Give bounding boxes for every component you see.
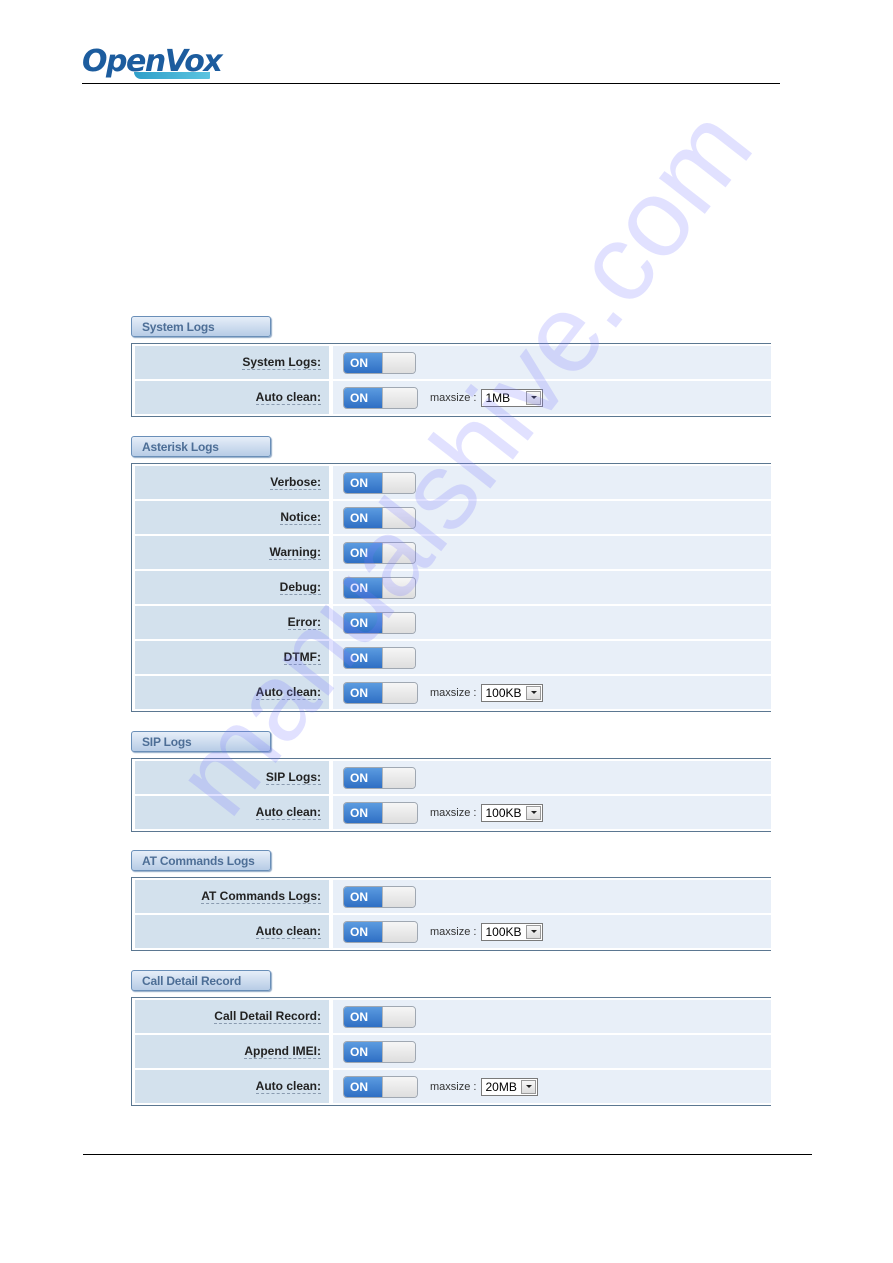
maxsize-label: maxsize : bbox=[430, 1080, 477, 1093]
header-divider bbox=[82, 83, 780, 84]
section-call-detail-record: Call Detail Record Call Detail Record: O… bbox=[131, 970, 771, 1106]
setting-label: Auto clean: bbox=[255, 924, 321, 939]
settings-table: Call Detail Record: ON Append IMEI: ON A… bbox=[131, 997, 771, 1106]
settings-table: SIP Logs: ON Auto clean: ON maxsize : 10… bbox=[131, 758, 771, 832]
append-imei-toggle[interactable]: ON bbox=[343, 1040, 416, 1063]
debug-toggle[interactable]: ON bbox=[343, 576, 416, 599]
setting-row: Auto clean: ON maxsize : 100KB bbox=[135, 796, 771, 829]
openvox-logo: OpenVox bbox=[82, 42, 223, 82]
setting-label: Auto clean: bbox=[255, 805, 321, 820]
dtmf-toggle[interactable]: ON bbox=[343, 646, 416, 669]
auto-clean-toggle[interactable]: ON bbox=[343, 801, 418, 824]
setting-row: AT Commands Logs: ON bbox=[135, 880, 771, 913]
auto-clean-toggle[interactable]: ON bbox=[343, 1075, 418, 1098]
setting-row: Call Detail Record: ON bbox=[135, 1000, 771, 1033]
section-sip-logs: SIP Logs SIP Logs: ON Auto clean: ON max… bbox=[131, 731, 771, 832]
chevron-down-icon[interactable] bbox=[526, 390, 542, 405]
auto-clean-toggle[interactable]: ON bbox=[343, 920, 418, 943]
chevron-down-icon[interactable] bbox=[526, 805, 542, 820]
setting-row: Warning: ON bbox=[135, 536, 771, 569]
chevron-down-icon[interactable] bbox=[521, 1079, 537, 1094]
auto-clean-toggle[interactable]: ON bbox=[343, 681, 418, 704]
settings-table: System Logs: ON Auto clean: ON maxsize :… bbox=[131, 343, 771, 417]
setting-row: Verbose: ON bbox=[135, 466, 771, 499]
logo-swoosh bbox=[134, 72, 210, 79]
maxsize-select[interactable]: 100KB bbox=[481, 683, 544, 702]
setting-row: DTMF: ON bbox=[135, 641, 771, 674]
setting-label: Verbose: bbox=[270, 475, 321, 490]
setting-row: Auto clean: ON maxsize : 100KB bbox=[135, 915, 771, 948]
maxsize-select[interactable]: 100KB bbox=[481, 922, 544, 941]
setting-row: Auto clean: ON maxsize : 1MB bbox=[135, 381, 771, 414]
maxsize-label: maxsize : bbox=[430, 925, 477, 938]
setting-label: System Logs: bbox=[242, 355, 321, 370]
setting-row: SIP Logs: ON bbox=[135, 761, 771, 794]
setting-label: Warning: bbox=[269, 545, 321, 560]
setting-label: Notice: bbox=[280, 510, 321, 525]
setting-row: Auto clean: ON maxsize : 20MB bbox=[135, 1070, 771, 1103]
settings-table: AT Commands Logs: ON Auto clean: ON maxs… bbox=[131, 877, 771, 951]
setting-row: Debug: ON bbox=[135, 571, 771, 604]
setting-label: Auto clean: bbox=[255, 685, 321, 700]
setting-label: Debug: bbox=[279, 580, 321, 595]
setting-label: Auto clean: bbox=[255, 390, 321, 405]
maxsize-select[interactable]: 1MB bbox=[481, 388, 544, 407]
setting-row: System Logs: ON bbox=[135, 346, 771, 379]
settings-table: Verbose: ON Notice: ON Warning: ON Debug… bbox=[131, 463, 771, 712]
section-at-commands-logs: AT Commands Logs AT Commands Logs: ON Au… bbox=[131, 850, 771, 951]
section-tab: Call Detail Record bbox=[131, 970, 271, 991]
maxsize-label: maxsize : bbox=[430, 806, 477, 819]
setting-row: Auto clean: ON maxsize : 100KB bbox=[135, 676, 771, 709]
setting-row: Error: ON bbox=[135, 606, 771, 639]
auto-clean-toggle[interactable]: ON bbox=[343, 386, 418, 409]
setting-label: Call Detail Record: bbox=[214, 1009, 321, 1024]
setting-label: Append IMEI: bbox=[244, 1044, 321, 1059]
setting-label: SIP Logs: bbox=[265, 770, 321, 785]
chevron-down-icon[interactable] bbox=[526, 685, 542, 700]
maxsize-label: maxsize : bbox=[430, 686, 477, 699]
setting-label: DTMF: bbox=[283, 650, 321, 665]
notice-toggle[interactable]: ON bbox=[343, 506, 416, 529]
verbose-toggle[interactable]: ON bbox=[343, 471, 416, 494]
setting-label: Auto clean: bbox=[255, 1079, 321, 1094]
maxsize-label: maxsize : bbox=[430, 391, 477, 404]
setting-row: Notice: ON bbox=[135, 501, 771, 534]
section-tab: SIP Logs bbox=[131, 731, 271, 752]
maxsize-select[interactable]: 100KB bbox=[481, 803, 544, 822]
section-tab: System Logs bbox=[131, 316, 271, 337]
system-logs-toggle[interactable]: ON bbox=[343, 351, 416, 374]
section-tab: Asterisk Logs bbox=[131, 436, 271, 457]
error-toggle[interactable]: ON bbox=[343, 611, 416, 634]
chevron-down-icon[interactable] bbox=[526, 924, 542, 939]
sip-logs-toggle[interactable]: ON bbox=[343, 766, 416, 789]
at-commands-logs-toggle[interactable]: ON bbox=[343, 885, 416, 908]
call-detail-record-toggle[interactable]: ON bbox=[343, 1005, 416, 1028]
warning-toggle[interactable]: ON bbox=[343, 541, 416, 564]
section-asterisk-logs: Asterisk Logs Verbose: ON Notice: ON War… bbox=[131, 436, 771, 712]
setting-label: AT Commands Logs: bbox=[201, 889, 321, 904]
setting-row: Append IMEI: ON bbox=[135, 1035, 771, 1068]
maxsize-select[interactable]: 20MB bbox=[481, 1077, 539, 1096]
footer-divider bbox=[83, 1154, 812, 1155]
setting-label: Error: bbox=[287, 615, 321, 630]
section-system-logs: System Logs System Logs: ON Auto clean: … bbox=[131, 316, 771, 417]
section-tab: AT Commands Logs bbox=[131, 850, 271, 871]
